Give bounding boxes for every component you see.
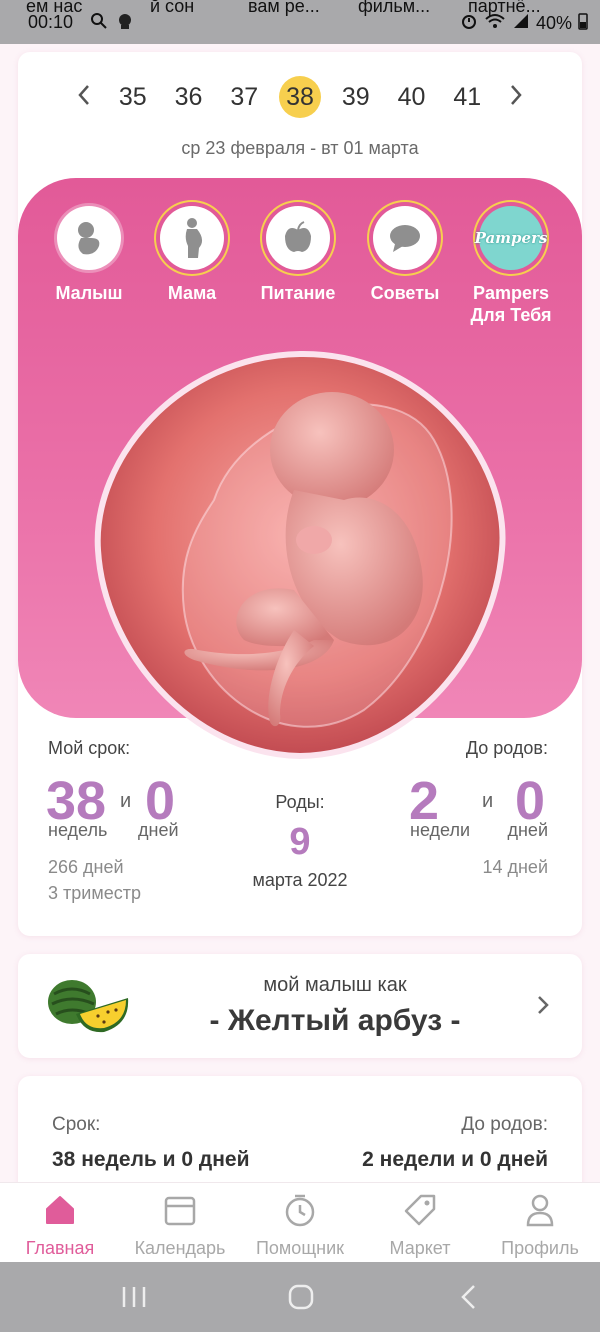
birth-month-year: марта 2022 (252, 870, 348, 890)
week-37[interactable]: 37 (223, 76, 265, 118)
baby-size-caption: мой малыш как (263, 974, 407, 996)
term-and: и (120, 790, 132, 812)
pregnant-woman-icon (160, 206, 224, 270)
category-label: Советы (370, 283, 440, 303)
term-total-days: 266 дней (48, 857, 124, 877)
home-icon (0, 1193, 120, 1232)
until-and: и (482, 790, 494, 812)
summary-until-value: 2 недели и 0 дней (362, 1148, 548, 1171)
status-bar: ем нас й сон вам ре... фильм... партнё..… (0, 0, 600, 44)
category-label: Pampers Для Тебя (470, 283, 552, 325)
nav-label: Профиль (501, 1238, 579, 1258)
clock: 00:10 (28, 12, 74, 32)
category-pampers[interactable]: Pampers Pampers Для Тебя (466, 206, 556, 326)
chat-bubble-icon (373, 206, 437, 270)
category-baby[interactable]: Малыш (44, 206, 134, 304)
baby-icon (57, 206, 121, 270)
nav-calendar[interactable]: Календарь (120, 1193, 240, 1259)
term-trimester: 3 триместр (48, 883, 141, 903)
week-36[interactable]: 36 (168, 76, 210, 118)
signal-icon (512, 12, 530, 35)
watermelon-icon (46, 974, 130, 1041)
category-mom[interactable]: Мама (147, 206, 237, 304)
nav-label: Маркет (389, 1238, 451, 1258)
system-navigation-bar (0, 1262, 600, 1332)
category-label: Мама (167, 283, 217, 303)
wifi-icon (484, 12, 506, 35)
stopwatch-icon (240, 1193, 360, 1232)
profile-icon (480, 1193, 600, 1232)
back-button[interactable] (458, 1283, 480, 1316)
term-title: Мой срок: (48, 738, 131, 758)
birth-day: 9 (289, 821, 311, 863)
notification-text: й сон (150, 0, 195, 16)
category-label: Питание (260, 283, 336, 303)
nav-label: Календарь (134, 1238, 226, 1258)
apple-icon (266, 206, 330, 270)
summary-term-label: Срок: (52, 1114, 101, 1135)
app-notification-icon (116, 12, 134, 35)
nav-label: Помощник (255, 1238, 344, 1258)
notification-text: вам ре... (248, 0, 320, 16)
bottom-navigation: Главная Календарь Помощник Маркет Профил… (0, 1182, 600, 1262)
nav-label: Главная (25, 1238, 95, 1258)
prev-week-button[interactable] (70, 82, 98, 113)
nav-market[interactable]: Маркет (360, 1193, 480, 1259)
summary-term-value: 38 недель и 0 дней (52, 1148, 250, 1171)
until-weeks-unit: недели (410, 820, 471, 840)
birth-title: Роды: (275, 792, 325, 812)
week-selector: 35 36 37 38 39 40 41 (70, 74, 530, 120)
week-35[interactable]: 35 (112, 76, 154, 118)
alarm-icon (460, 12, 478, 35)
week-41[interactable]: 41 (446, 76, 488, 118)
notification-text: фильм... (358, 0, 431, 16)
recent-apps-button[interactable] (120, 1284, 148, 1315)
category-label: Малыш (55, 283, 123, 303)
category-tips[interactable]: Советы (360, 206, 450, 304)
summary-until-label: До родов: (461, 1114, 548, 1135)
nav-profile[interactable]: Профиль (480, 1193, 600, 1259)
until-title: До родов: (465, 738, 548, 758)
nav-assistant[interactable]: Помощник (240, 1193, 360, 1259)
term-weeks-unit: недель (48, 820, 108, 840)
category-nutrition[interactable]: Питание (253, 206, 343, 304)
baby-size-fruit: - Желтый арбуз - (209, 1004, 461, 1037)
week-39[interactable]: 39 (335, 76, 377, 118)
until-total-days: 14 дней (482, 857, 548, 877)
calendar-icon (120, 1193, 240, 1232)
pampers-logo-icon: Pampers (475, 206, 547, 270)
next-week-button[interactable] (502, 82, 530, 113)
week-date-range: ср 23 февраля - вт 01 марта (181, 138, 419, 158)
week-40[interactable]: 40 (391, 76, 433, 118)
term-days-unit: дней (138, 820, 179, 840)
tag-icon (360, 1193, 480, 1232)
fetus-illustration (94, 350, 506, 760)
until-days-unit: дней (507, 820, 548, 840)
search-icon (90, 12, 108, 35)
battery-text: 40% (535, 13, 572, 33)
week-38-selected[interactable]: 38 (279, 76, 321, 118)
battery-icon (578, 12, 588, 35)
home-button[interactable] (287, 1283, 315, 1316)
chevron-right-icon[interactable] (536, 994, 550, 1021)
nav-home[interactable]: Главная (0, 1193, 120, 1259)
